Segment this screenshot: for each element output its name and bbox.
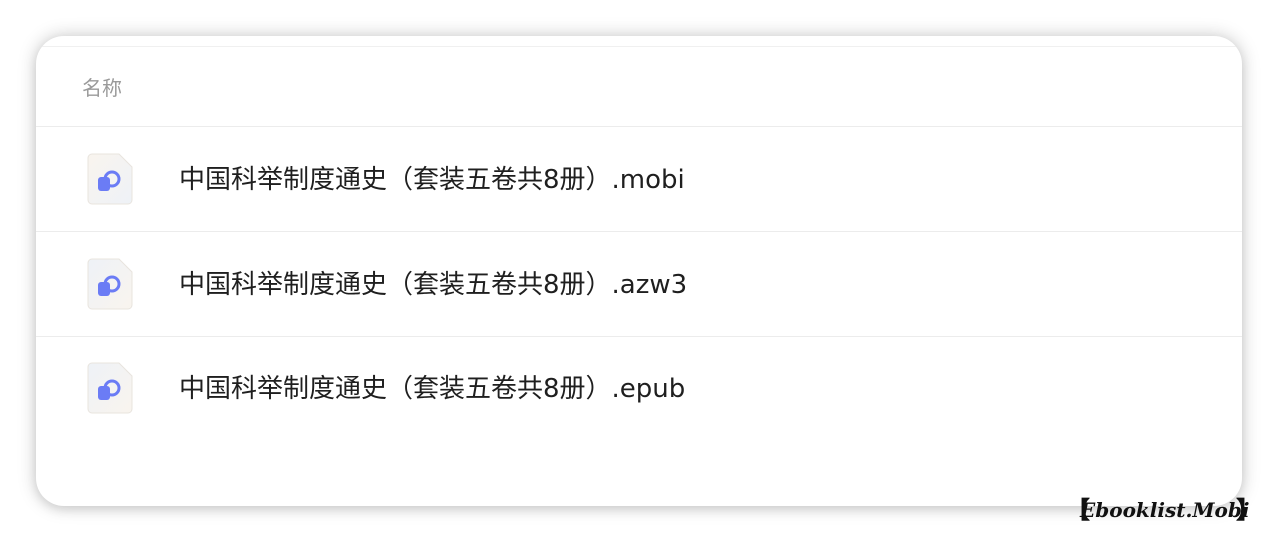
file-list-header: 名称 (36, 47, 1242, 127)
file-row[interactable]: 中国科举制度通史（套装五卷共8册）.azw3 (36, 232, 1242, 337)
file-list-panel: 名称 中国科举制度通史（套装五卷共8册）.mobi 中国科举制度通史（套装五卷共… (36, 36, 1242, 506)
ebook-file-icon (87, 362, 133, 414)
ebook-file-icon (87, 153, 133, 205)
file-name[interactable]: 中国科举制度通史（套装五卷共8册）.mobi (179, 164, 685, 196)
ebook-file-icon (87, 258, 133, 310)
name-column-header[interactable]: 名称 (82, 75, 122, 101)
file-row[interactable]: 中国科举制度通史（套装五卷共8册）.mobi (36, 127, 1242, 232)
page: 名称 中国科举制度通史（套装五卷共8册）.mobi 中国科举制度通史（套装五卷共… (0, 0, 1278, 542)
watermark: 【 Ebooklist.Mobi 】 (1066, 496, 1260, 524)
file-row[interactable]: 中国科举制度通史（套装五卷共8册）.epub (36, 336, 1242, 441)
file-name[interactable]: 中国科举制度通史（套装五卷共8册）.epub (179, 373, 685, 405)
file-name[interactable]: 中国科举制度通史（套装五卷共8册）.azw3 (179, 269, 687, 301)
watermark-text: Ebooklist.Mobi (1080, 498, 1250, 522)
watermark-bracket-right: 】 (1236, 496, 1260, 524)
